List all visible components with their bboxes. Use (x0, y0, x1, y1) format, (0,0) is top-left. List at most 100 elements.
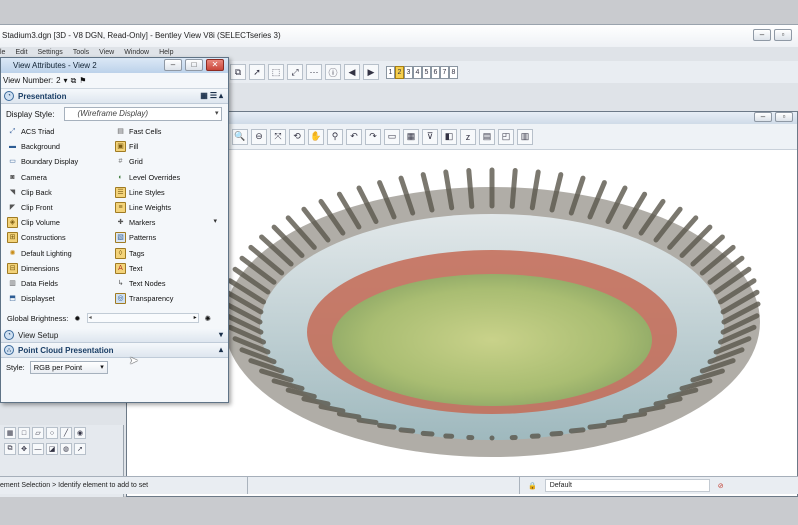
app-restore-button[interactable]: ▫ (774, 29, 792, 41)
palette-globe-icon[interactable]: ◉ (74, 427, 86, 439)
view-minimize-button[interactable]: – (754, 112, 772, 122)
attribute-toggle-transparency[interactable]: ◎ Transparency (115, 291, 227, 306)
view-button-8[interactable]: 8 (449, 65, 458, 79)
view-restore-button[interactable]: ▫ (775, 112, 793, 122)
attribute-toggle-grid[interactable]: # Grid (115, 154, 227, 169)
fence-icon[interactable]: ⬚ (268, 64, 284, 80)
palette-line-icon[interactable]: ╱ (60, 427, 72, 439)
clip-volume-icon[interactable]: ▦ (403, 128, 419, 145)
attribute-toggle-tags[interactable]: ◊ Tags (115, 246, 227, 261)
dialog-close-button[interactable]: ✕ (206, 59, 224, 71)
dialog-title-bar[interactable]: View Attributes - View 2 – □ ✕ (1, 58, 228, 73)
grid-icon: # (118, 158, 123, 166)
attribute-toggle-line-styles[interactable]: ☰ Line Styles (115, 185, 227, 200)
palette-shape-icon[interactable]: ▱ (32, 427, 44, 439)
pan-view-icon[interactable]: ✋ (308, 128, 324, 145)
attribute-toggle-background[interactable]: ▬ Background (7, 139, 115, 154)
walk-icon[interactable]: ⚲ (327, 128, 343, 145)
view-button-2[interactable]: 2 (395, 65, 404, 79)
view-setup-section-header[interactable]: ◔ View Setup ▾ (1, 328, 228, 344)
attribute-toggle-default-lighting[interactable]: ✺ Default Lighting (7, 246, 115, 261)
view-button-4[interactable]: 4 (413, 65, 422, 79)
view-number-dropdown[interactable]: 2 (56, 76, 60, 85)
view-button-6[interactable]: 6 (431, 65, 440, 79)
attribute-toggle-displayset[interactable]: ⬒ Displayset (7, 291, 115, 306)
attribute-toggle-line-weights[interactable]: ≡ Line Weights (115, 200, 227, 215)
attribute-toggle-text-nodes[interactable]: ↳ Text Nodes (115, 276, 227, 291)
app-minimize-button[interactable]: – (753, 29, 771, 41)
palette-fill-icon[interactable]: ◪ (46, 443, 58, 455)
attribute-toggle-clip-back[interactable]: ◥ Clip Back (7, 185, 115, 200)
fit-view-icon[interactable]: ⤧ (270, 128, 286, 145)
palette-copy-icon[interactable]: ⧉ (4, 443, 16, 455)
copy-view-icon[interactable]: ▭ (384, 128, 400, 145)
palette-circle-icon[interactable]: ○ (46, 427, 58, 439)
view-previous-icon[interactable]: ↶ (346, 128, 362, 145)
presentation-section-header[interactable]: ◔ Presentation ▦ ☰ ▴ (1, 89, 228, 104)
attribute-toggle-fill[interactable]: ▣ Fill (115, 139, 227, 154)
attribute-toggle-text[interactable]: A Text (115, 261, 227, 276)
slider-right-arrow-icon[interactable]: ▸ (194, 315, 197, 321)
palette-minus-icon[interactable]: — (32, 443, 44, 455)
view-button-3[interactable]: 3 (404, 65, 413, 79)
attribute-toggle-clip-volume[interactable]: ◈ Clip Volume (7, 215, 115, 230)
palette-select-icon[interactable]: ▦ (4, 427, 16, 439)
view-attributes-icon[interactable]: ▤ (479, 128, 495, 145)
point-cloud-style-dropdown[interactable]: RGB per Point ▾ (29, 360, 108, 374)
collapse-icon[interactable]: ▴ (219, 91, 223, 100)
attribute-toggle-clip-front[interactable]: ◤ Clip Front (7, 200, 115, 215)
forward-icon[interactable]: ▶ (363, 64, 379, 80)
pin-icon[interactable]: ⚑ (79, 76, 86, 85)
attribute-toggle-level-overrides[interactable]: ◐ Level Overrides (115, 170, 227, 185)
global-brightness-label: Global Brightness: (7, 313, 69, 323)
attribute-toggle-boundary-display[interactable]: ▭ Boundary Display (7, 154, 115, 169)
info-icon[interactable]: ⓘ (325, 64, 341, 80)
attribute-toggle-dimensions[interactable]: ⊟ Dimensions (7, 261, 115, 276)
render-mode-icon[interactable]: ◧ (441, 128, 457, 145)
chevron-down-icon[interactable]: ▾ (64, 76, 68, 85)
back-icon[interactable]: ◀ (344, 64, 360, 80)
active-level-field[interactable]: Default (544, 479, 710, 492)
view-button-7[interactable]: 7 (440, 65, 449, 79)
display-style-dropdown[interactable]: (Wireframe Display) ▾ (64, 107, 223, 121)
lock-icon[interactable]: 🔒 (528, 482, 537, 490)
attribute-toggle-fast-cells[interactable]: ▤ Fast Cells (115, 124, 227, 139)
expand-icon[interactable]: ▾ (219, 330, 223, 339)
copy-attributes-icon[interactable]: ⧉ (71, 76, 77, 86)
palette-place-icon[interactable]: □ (18, 427, 30, 439)
camera-icon[interactable]: ◰ (498, 128, 514, 145)
view-button-1[interactable]: 1 (386, 65, 395, 79)
icon-view-icon[interactable]: ▦ (200, 91, 208, 100)
grid-select-icon[interactable]: ⋯ (306, 64, 322, 80)
attribute-toggle-constructions[interactable]: ⊞ Constructions (7, 230, 115, 245)
list-view-icon[interactable]: ☰ (210, 91, 217, 100)
dialog-maximize-button[interactable]: □ (185, 59, 203, 71)
view-next-icon[interactable]: ↷ (365, 128, 381, 145)
select-element-icon[interactable]: ➚ (249, 64, 265, 80)
attribute-label: Background (21, 142, 60, 152)
palette-earth-icon[interactable]: ◍ (60, 443, 72, 455)
copy-icon[interactable]: ⧉ (230, 64, 246, 80)
collapse-icon[interactable]: ▴ (219, 345, 223, 354)
attribute-toggle-camera[interactable]: ◙ Camera (7, 170, 115, 185)
attribute-toggle-markers[interactable]: ✚ Markers ▾ (115, 215, 227, 230)
stop-icon[interactable]: ⊘ (718, 482, 724, 490)
global-brightness-slider[interactable]: ◂ ▸ (86, 313, 199, 324)
slider-left-arrow-icon[interactable]: ◂ (89, 315, 94, 321)
chevron-down-icon[interactable]: ▾ (213, 217, 217, 225)
palette-pointer-icon[interactable]: ➚ (74, 443, 86, 455)
point-cloud-section-header[interactable]: ∴ Point Cloud Presentation ▴ (1, 343, 228, 359)
attribute-toggle-data-fields[interactable]: ▥ Data Fields (7, 276, 115, 291)
zoom-in-icon[interactable]: 🔍 (232, 128, 248, 145)
z-sort-icon[interactable]: z (460, 128, 476, 145)
dialog-minimize-button[interactable]: – (164, 59, 182, 71)
view-button-5[interactable]: 5 (422, 65, 431, 79)
filter-icon[interactable]: ⊽ (422, 128, 438, 145)
attribute-toggle-patterns[interactable]: ▧ Patterns (115, 230, 227, 245)
attribute-toggle-acs-triad[interactable]: ⤢ ACS Triad (7, 124, 115, 139)
zoom-out-icon[interactable]: ⊖ (251, 128, 267, 145)
rotate-view-icon[interactable]: ⟲ (289, 128, 305, 145)
toggle-icon[interactable]: ▥ (517, 128, 533, 145)
measure-icon[interactable]: ⤢ (287, 64, 303, 80)
palette-move-icon[interactable]: ✥ (18, 443, 30, 455)
